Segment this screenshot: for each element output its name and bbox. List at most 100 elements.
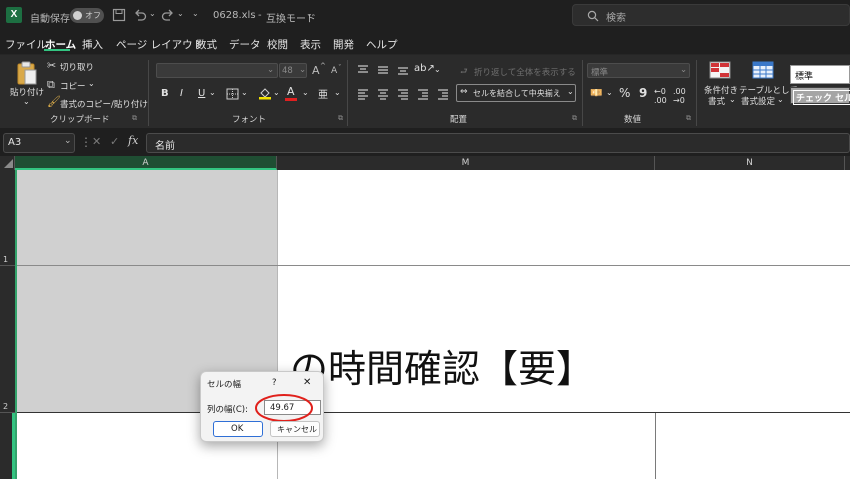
copy-icon[interactable]: ⧉: [47, 78, 55, 92]
number-format-dropdown[interactable]: 標準 ⌄: [587, 63, 690, 78]
name-box[interactable]: A3 ⌄: [3, 133, 75, 153]
grow-font-button[interactable]: A: [312, 64, 320, 77]
enter-icon[interactable]: ✓: [110, 135, 119, 148]
style-check-cell[interactable]: チェック セル: [790, 87, 850, 105]
tab-developer[interactable]: 開発: [333, 37, 354, 52]
phonetic-dropdown-icon[interactable]: ⌄: [334, 88, 341, 97]
row-header-1[interactable]: 1: [0, 170, 15, 266]
style-normal[interactable]: 標準: [790, 65, 850, 84]
chevron-down-icon[interactable]: ⌄: [777, 95, 784, 104]
undo-icon[interactable]: [133, 8, 147, 22]
format-painter-button[interactable]: 書式のコピー/貼り付け: [60, 98, 148, 110]
help-button[interactable]: ?: [272, 378, 277, 388]
tab-file[interactable]: ファイル: [5, 37, 47, 52]
copy-dropdown-icon[interactable]: ⌄: [88, 79, 95, 88]
undo-dropdown-icon[interactable]: ⌄: [149, 9, 156, 18]
font-color-dropdown-icon[interactable]: ⌄: [302, 88, 309, 97]
format-as-table-icon[interactable]: [752, 61, 774, 79]
close-icon[interactable]: ✕: [303, 377, 311, 388]
tab-review[interactable]: 校閲: [267, 37, 288, 52]
underline-button[interactable]: U: [198, 88, 205, 99]
underline-dropdown-icon[interactable]: ⌄: [209, 88, 216, 97]
save-icon[interactable]: [112, 8, 126, 22]
copy-button[interactable]: コピー: [60, 80, 86, 92]
wrap-text-button[interactable]: 折り返して全体を表示する: [474, 66, 576, 78]
style-check-cell-label: チェック セル: [793, 90, 850, 105]
style-normal-label: 標準: [795, 72, 814, 82]
formula-input[interactable]: 名前: [146, 133, 850, 153]
chevron-down-icon[interactable]: ⌄: [729, 95, 736, 104]
selection-border: [15, 170, 17, 479]
font-name-dropdown[interactable]: ⌄: [156, 63, 278, 78]
autosave-toggle[interactable]: オフ: [70, 8, 104, 23]
paste-icon[interactable]: [15, 60, 39, 86]
column-headers: A M N: [0, 156, 850, 170]
borders-icon[interactable]: [226, 88, 239, 100]
customize-qat-icon[interactable]: ⌄: [192, 9, 199, 18]
autosave-label: 自動保存: [30, 14, 70, 25]
redo-dropdown-icon[interactable]: ⌄: [177, 9, 184, 18]
merge-icon: ⇔: [460, 87, 468, 97]
format-as-table-label2[interactable]: 書式設定: [741, 95, 775, 107]
chevron-down-icon[interactable]: ⌄: [306, 9, 313, 18]
number-launcher-icon[interactable]: ⧉: [686, 114, 691, 123]
font-color-icon[interactable]: A: [287, 85, 295, 98]
column-header-m[interactable]: M: [277, 156, 655, 170]
percent-button[interactable]: %: [619, 86, 630, 100]
increase-decimal-icon[interactable]: ←0.00: [654, 87, 667, 105]
tab-insert[interactable]: 挿入: [82, 37, 103, 52]
wrap-text-icon[interactable]: ⮐: [460, 66, 468, 80]
search-box[interactable]: 検索: [572, 4, 850, 26]
row-header-2[interactable]: 2: [0, 266, 15, 413]
cancel-icon[interactable]: ✕: [92, 135, 101, 148]
bold-button[interactable]: B: [161, 88, 169, 99]
format-painter-icon[interactable]: 🖌: [47, 95, 61, 108]
currency-dropdown-icon[interactable]: ⌄: [606, 88, 613, 97]
number-format-value: 標準: [591, 68, 609, 78]
tab-formulas[interactable]: 数式: [196, 37, 217, 52]
font-size-dropdown[interactable]: 48 ⌄: [279, 63, 307, 78]
ok-button[interactable]: OK: [213, 421, 263, 437]
alignment-launcher-icon[interactable]: ⧉: [572, 114, 577, 123]
search-placeholder: 検索: [606, 13, 626, 24]
clipboard-launcher-icon[interactable]: ⧉: [132, 114, 137, 123]
italic-button[interactable]: I: [180, 88, 183, 99]
select-all-button[interactable]: [0, 156, 15, 170]
font-size-value: 48: [282, 66, 293, 76]
currency-icon[interactable]: 💴: [590, 88, 602, 99]
tab-page-layout[interactable]: ページ レイアウト: [116, 37, 203, 52]
comma-style-button[interactable]: 9: [639, 86, 647, 100]
borders-dropdown-icon[interactable]: ⌄: [241, 88, 248, 97]
phonetic-icon[interactable]: 亜: [318, 86, 328, 101]
fill-color-dropdown-icon[interactable]: ⌄: [273, 88, 280, 97]
column-header-a[interactable]: A: [15, 156, 277, 170]
chevron-down-icon: ⌄: [680, 65, 688, 75]
orientation-dropdown-icon[interactable]: ⌄: [434, 65, 441, 74]
chevron-down-icon: ⌄: [299, 65, 307, 75]
chevron-down-icon[interactable]: ⌄: [64, 136, 72, 146]
column-header-n[interactable]: N: [655, 156, 845, 170]
merge-center-button[interactable]: ⇔ セルを結合して中央揃え ⌄: [456, 84, 576, 102]
cut-button[interactable]: 切り取り: [60, 61, 94, 73]
orientation-icon[interactable]: ab↗: [414, 63, 435, 74]
fill-color-icon[interactable]: [258, 86, 272, 100]
paste-dropdown-icon[interactable]: ⌄: [23, 97, 30, 106]
decrease-decimal-icon[interactable]: .00 →0: [673, 87, 686, 105]
tab-help[interactable]: ヘルプ: [366, 37, 398, 52]
worksheet[interactable]: の時間確認【要】: [15, 170, 850, 479]
cancel-button[interactable]: キャンセル: [270, 421, 320, 437]
group-divider: [582, 60, 583, 126]
tab-data[interactable]: データ: [229, 37, 261, 52]
conditional-formatting-icon[interactable]: [709, 61, 731, 79]
insert-function-button[interactable]: fx: [128, 134, 138, 147]
shrink-font-button[interactable]: A: [331, 66, 337, 76]
scissors-icon[interactable]: ✂: [47, 59, 56, 72]
redo-icon[interactable]: [161, 8, 175, 22]
chevron-down-icon: ⌄: [567, 87, 574, 96]
conditional-formatting-label2[interactable]: 書式: [708, 95, 725, 107]
horizontal-align-icons[interactable]: [356, 88, 456, 100]
active-tab-indicator: [44, 49, 70, 51]
cancel-label: キャンセル: [277, 425, 317, 434]
font-launcher-icon[interactable]: ⧉: [338, 114, 343, 123]
tab-view[interactable]: 表示: [300, 37, 321, 52]
